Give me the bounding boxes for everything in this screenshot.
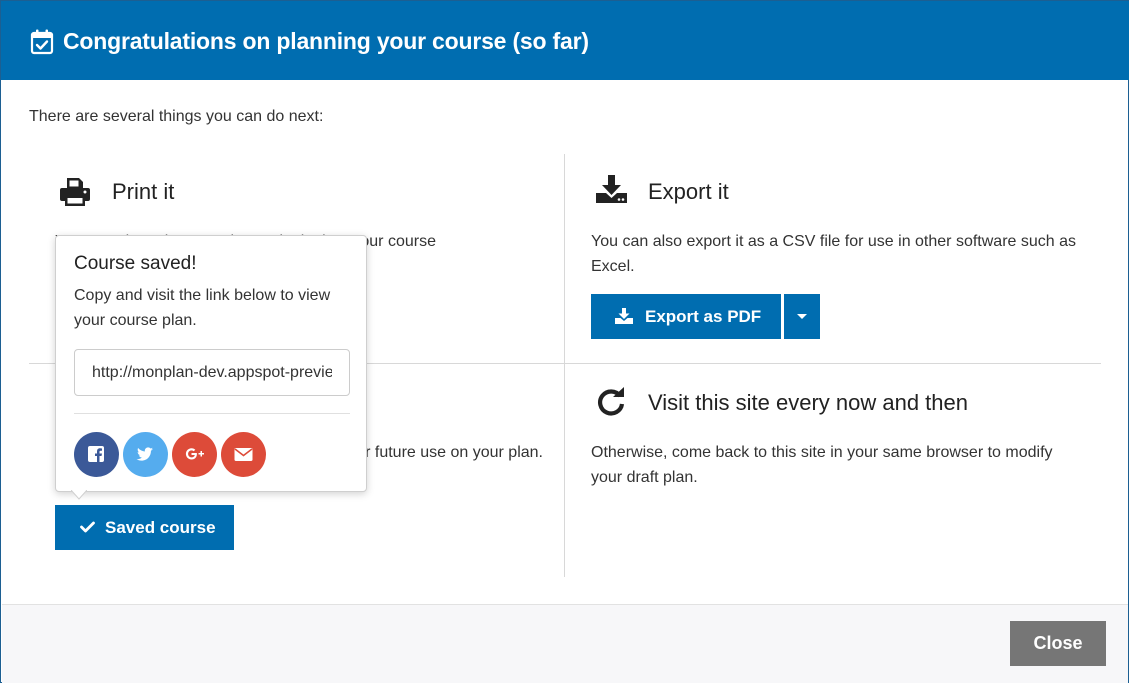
visit-title: Visit this site every now and then xyxy=(648,390,968,415)
download-icon xyxy=(596,175,627,203)
popover-arrow xyxy=(71,490,87,500)
course-link-input[interactable] xyxy=(74,349,350,396)
column-divider xyxy=(564,154,565,577)
modal-footer xyxy=(2,604,1128,683)
intro-text: There are several things you can do next… xyxy=(29,108,324,125)
share-google-plus-button[interactable] xyxy=(172,432,217,477)
course-plan-modal: Congratulations on planning your course … xyxy=(0,0,1129,683)
modal-title: Congratulations on planning your course … xyxy=(63,28,589,54)
export-pdf-label: Export as PDF xyxy=(645,306,762,326)
close-button[interactable]: Close xyxy=(1010,621,1106,666)
export-dropdown-toggle[interactable] xyxy=(784,294,820,339)
popover-divider xyxy=(74,413,350,414)
export-text: You can also export it as a CSV file for… xyxy=(591,233,1076,275)
print-title: Print it xyxy=(112,179,175,204)
refresh-icon xyxy=(598,387,625,416)
course-saved-popover: Course saved! Copy and visit the link be… xyxy=(55,235,367,492)
printer-icon xyxy=(60,178,90,206)
calendar-check-icon xyxy=(30,29,54,55)
export-pdf-button[interactable]: Export as PDF xyxy=(591,294,781,339)
caret-down-icon xyxy=(797,314,807,319)
envelope-icon xyxy=(234,448,253,461)
popover-title: Course saved! xyxy=(74,253,197,274)
google-plus-icon xyxy=(185,448,204,460)
twitter-icon xyxy=(136,447,153,461)
modal-header: Congratulations on planning your course … xyxy=(1,1,1129,80)
visit-text: Otherwise, come back to this site in you… xyxy=(591,444,1053,486)
share-twitter-button[interactable] xyxy=(123,432,168,477)
export-title: Export it xyxy=(648,179,729,204)
saved-course-button[interactable]: Saved course xyxy=(55,505,234,550)
popover-text: Copy and visit the link below to view yo… xyxy=(74,287,331,329)
share-facebook-button[interactable] xyxy=(74,432,119,477)
download-icon xyxy=(615,308,633,324)
facebook-icon xyxy=(88,446,104,462)
saved-course-label: Saved course xyxy=(105,517,216,537)
check-icon xyxy=(80,521,95,533)
share-email-button[interactable] xyxy=(221,432,266,477)
